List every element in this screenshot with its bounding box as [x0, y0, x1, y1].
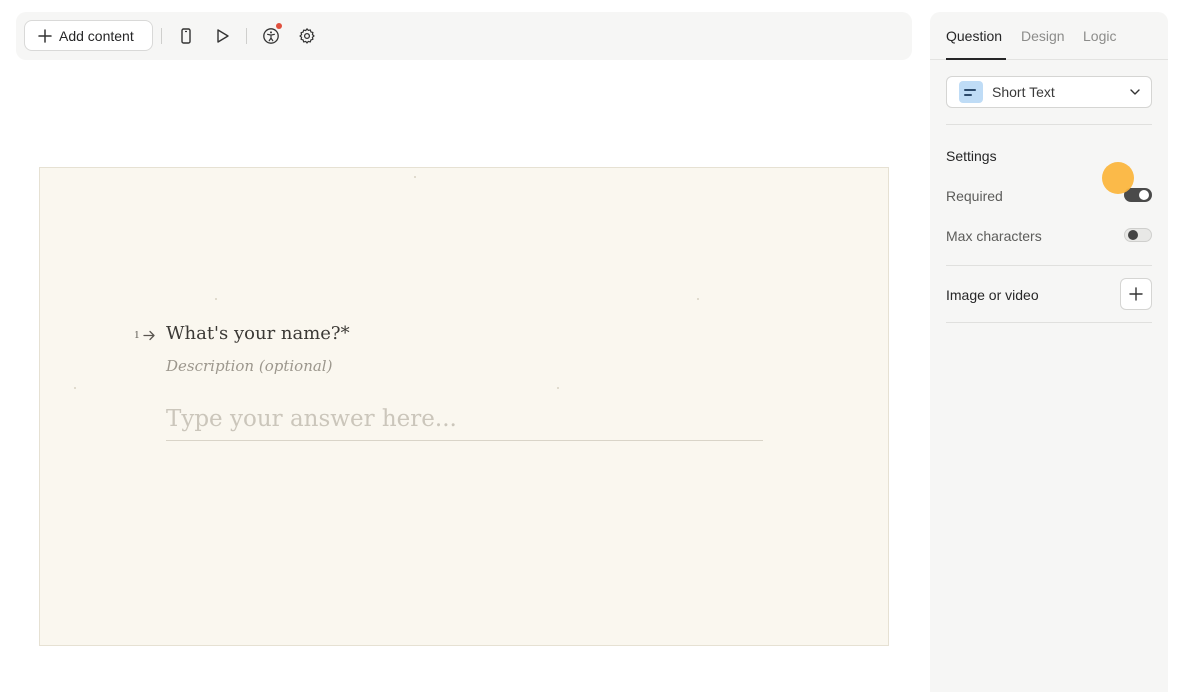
- editor-toolbar: Add content: [16, 12, 912, 60]
- answer-input[interactable]: Type your answer here...: [166, 399, 763, 441]
- toolbar-divider: [246, 28, 247, 44]
- tab-design[interactable]: Design: [1021, 28, 1065, 44]
- tab-logic[interactable]: Logic: [1083, 28, 1116, 44]
- add-content-button[interactable]: Add content: [24, 20, 153, 51]
- panel-divider: [946, 322, 1152, 323]
- accessibility-icon: [263, 28, 279, 44]
- add-image-or-video-button[interactable]: [1120, 278, 1152, 310]
- question-settings-panel: Question Design Logic Short Text Setting…: [930, 12, 1168, 692]
- preview-play-button[interactable]: [211, 25, 233, 47]
- toggle-knob: [1139, 190, 1149, 200]
- chevron-down-icon: [1130, 89, 1140, 95]
- notification-dot: [276, 23, 282, 29]
- toolbar-divider: [161, 28, 162, 44]
- settings-heading: Settings: [946, 148, 997, 164]
- arrow-right-icon: [142, 330, 155, 340]
- question-type-select[interactable]: Short Text: [946, 76, 1152, 108]
- background-speck: [697, 298, 699, 300]
- background-speck: [215, 298, 217, 300]
- background-speck: [414, 176, 416, 178]
- short-text-icon: [959, 81, 983, 103]
- form-preview-canvas: 1 What's your name?* Description (option…: [39, 167, 889, 646]
- gear-icon: [299, 28, 315, 44]
- add-content-label: Add content: [59, 27, 134, 44]
- active-tab-indicator: [946, 58, 1006, 60]
- play-icon: [217, 29, 229, 43]
- required-label: Required: [946, 188, 1003, 204]
- toggle-knob: [1128, 230, 1138, 240]
- accessibility-button[interactable]: [260, 23, 282, 47]
- question-description[interactable]: Description (optional): [166, 357, 332, 375]
- mobile-preview-button[interactable]: [175, 25, 197, 47]
- max-characters-toggle[interactable]: [1124, 228, 1152, 242]
- question-number-text: 1: [134, 329, 140, 341]
- background-speck: [74, 387, 76, 389]
- max-characters-label: Max characters: [946, 228, 1042, 244]
- image-or-video-label: Image or video: [946, 287, 1039, 303]
- panel-divider: [946, 265, 1152, 266]
- question-number: 1: [134, 329, 156, 341]
- tab-question[interactable]: Question: [946, 28, 1002, 44]
- question-title[interactable]: What's your name?*: [166, 323, 350, 344]
- panel-divider: [946, 124, 1152, 125]
- mobile-preview-icon: [181, 28, 191, 44]
- plus-icon: [1129, 287, 1143, 301]
- settings-button[interactable]: [296, 25, 318, 47]
- background-speck: [557, 387, 559, 389]
- cursor-highlight: [1102, 162, 1134, 194]
- question-type-label: Short Text: [992, 84, 1055, 100]
- plus-icon: [38, 28, 52, 43]
- panel-tabs: Question Design Logic: [930, 12, 1168, 60]
